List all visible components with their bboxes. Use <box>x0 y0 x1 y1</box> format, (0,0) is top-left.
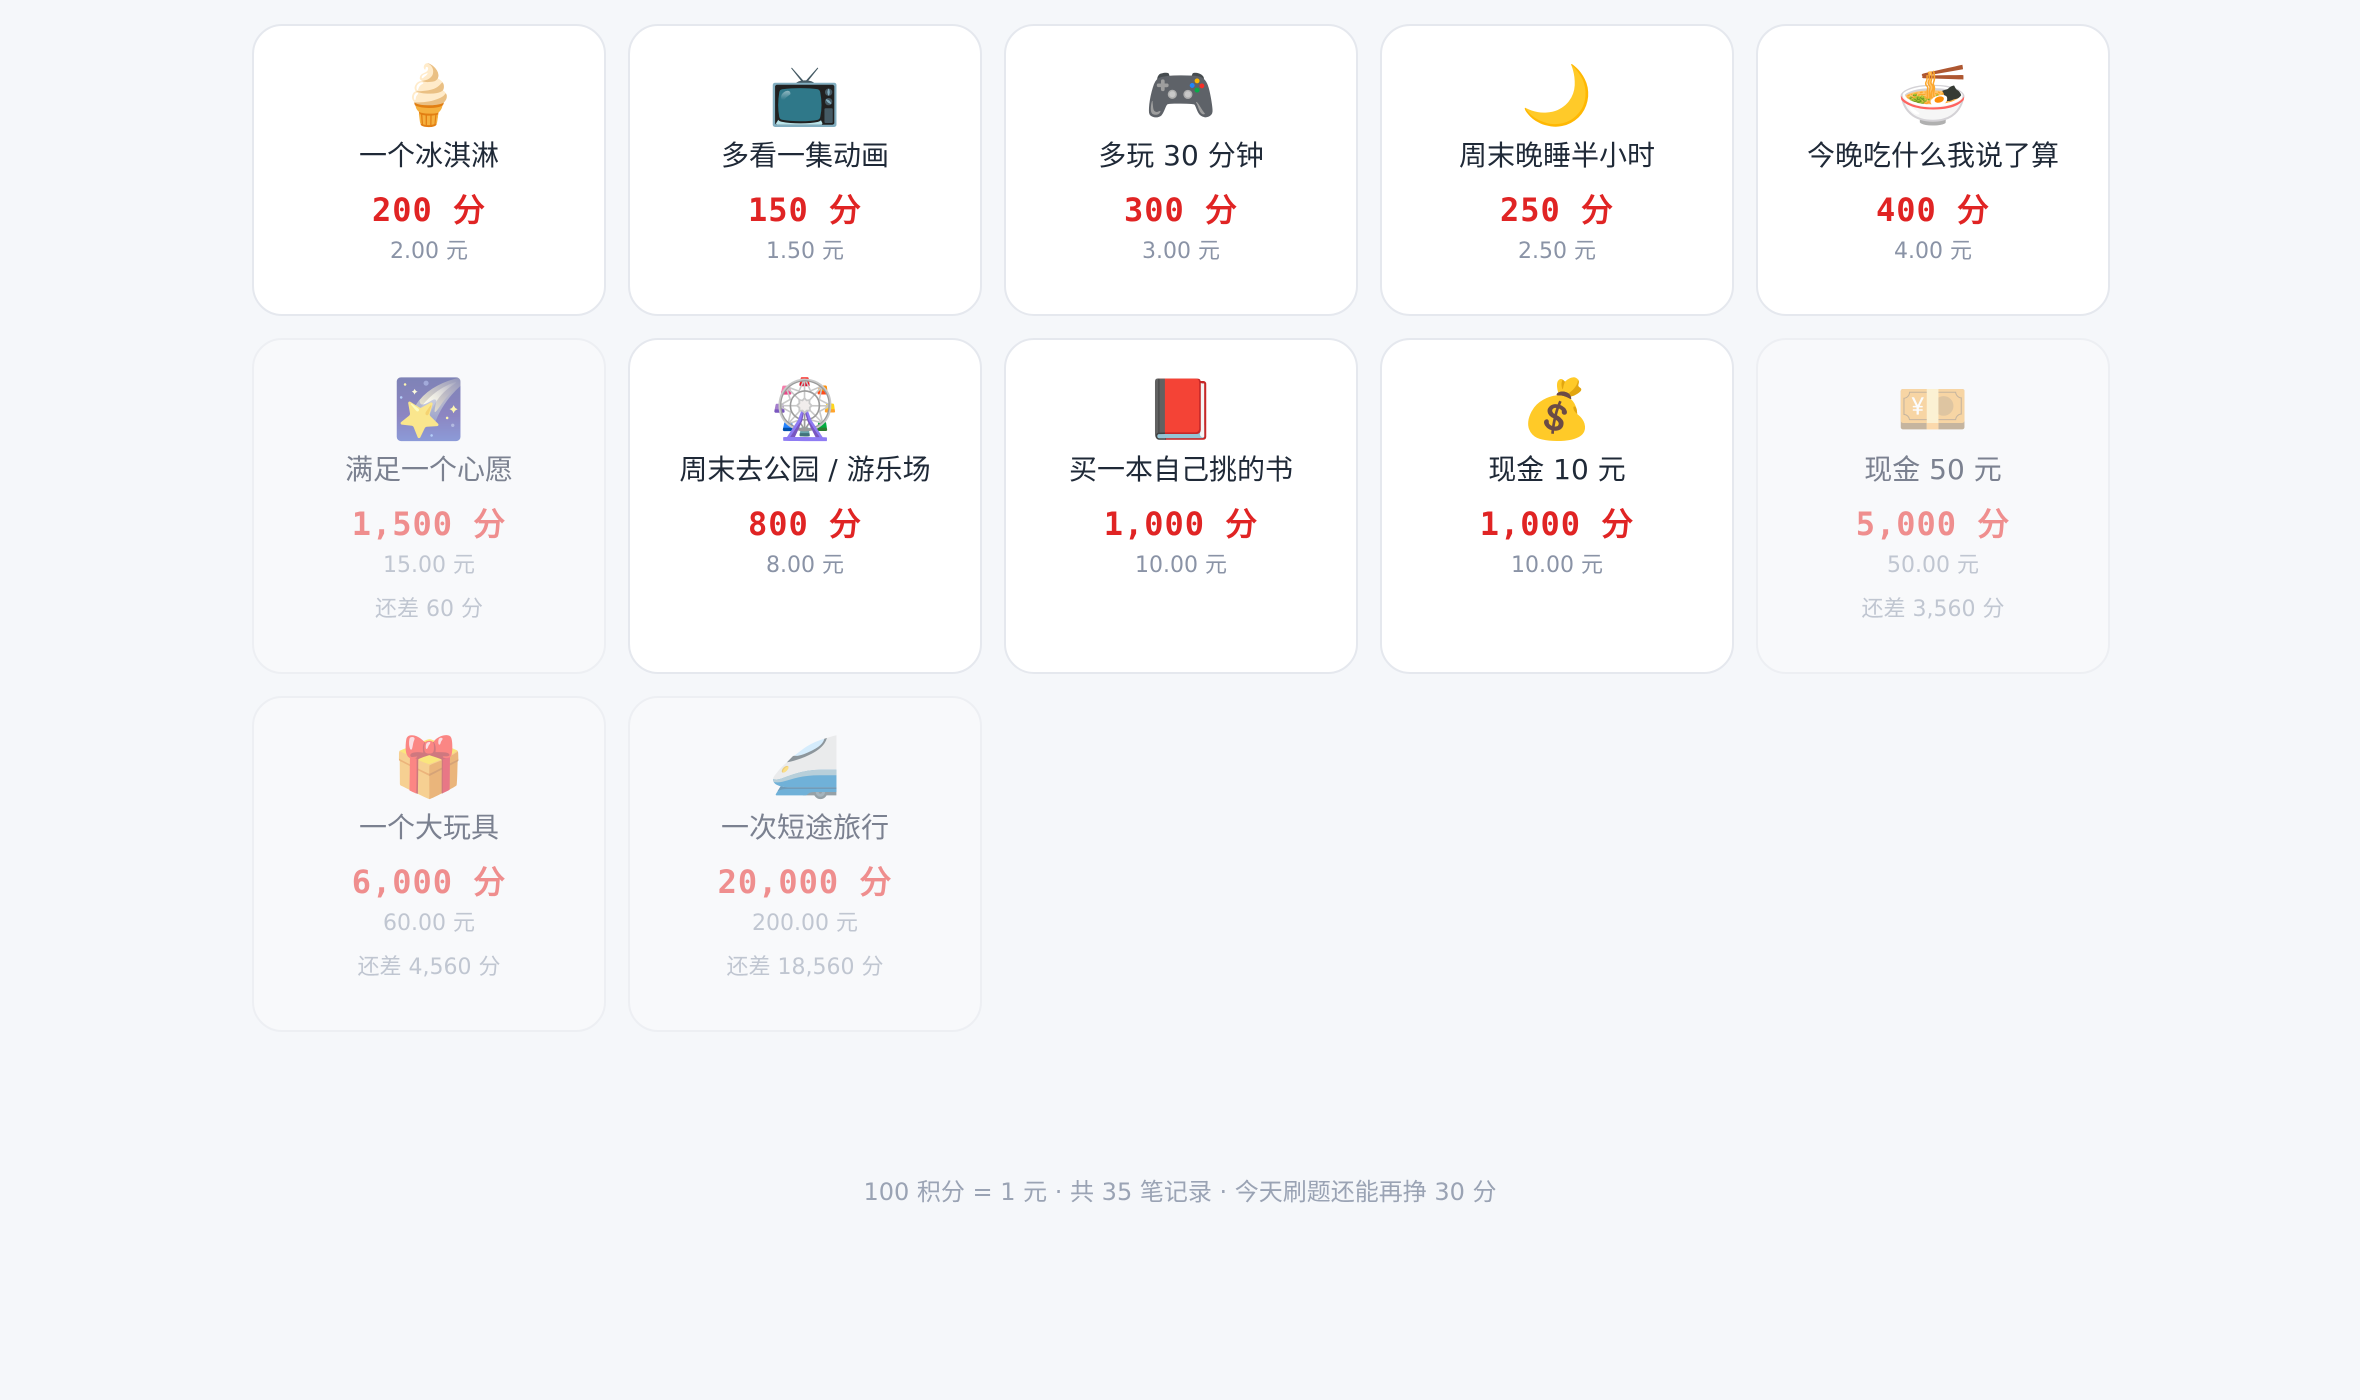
reward-name: 买一本自己挑的书 <box>1068 453 1293 486</box>
reward-card-play-30-min[interactable]: 🎮 多玩 30 分钟 300 分 3.00 元 <box>1004 24 1358 316</box>
reward-points: 200 分 <box>371 191 487 229</box>
reward-points: 800 分 <box>747 505 863 543</box>
reward-yuan: 60.00 元 <box>383 911 475 936</box>
points-needed: 还差 3,560 分 <box>1861 597 2005 622</box>
reward-yuan: 3.00 元 <box>1142 239 1220 264</box>
game-controller-icon: 🎮 <box>1144 61 1218 129</box>
points-needed: 还差 4,560 分 <box>357 955 501 980</box>
soft-ice-cream-icon: 🍦 <box>392 61 466 129</box>
reward-card-park-trip[interactable]: 🎡 周末去公园 / 游乐场 800 分 8.00 元 <box>628 338 982 674</box>
ferris-wheel-icon: 🎡 <box>768 375 842 443</box>
noodle-bowl-icon: 🍜 <box>1896 61 1970 129</box>
reward-yuan: 2.50 元 <box>1518 239 1596 264</box>
reward-yuan: 10.00 元 <box>1135 553 1227 578</box>
reward-yuan: 200.00 元 <box>752 911 858 936</box>
reward-points: 300 分 <box>1123 191 1239 229</box>
yen-banknote-icon: 💴 <box>1896 375 1970 443</box>
reward-yuan: 10.00 元 <box>1511 553 1603 578</box>
money-bag-icon: 💰 <box>1520 375 1594 443</box>
reward-points: 150 分 <box>747 191 863 229</box>
reward-name: 周末晚睡半小时 <box>1458 139 1655 172</box>
reward-card-big-toy[interactable]: 🎁 一个大玩具 6,000 分 60.00 元 还差 4,560 分 <box>252 696 606 1032</box>
television-icon: 📺 <box>768 61 842 129</box>
reward-card-short-trip[interactable]: 🚄 一次短途旅行 20,000 分 200.00 元 还差 18,560 分 <box>628 696 982 1032</box>
reward-card-anime-episode[interactable]: 📺 多看一集动画 150 分 1.50 元 <box>628 24 982 316</box>
reward-card-ice-cream[interactable]: 🍦 一个冰淇淋 200 分 2.00 元 <box>252 24 606 316</box>
reward-points: 6,000 分 <box>351 863 507 901</box>
bullet-train-icon: 🚄 <box>768 733 842 801</box>
reward-points: 1,500 分 <box>351 505 507 543</box>
reward-points: 1,000 分 <box>1103 505 1259 543</box>
reward-name: 现金 50 元 <box>1864 453 2002 486</box>
reward-name: 多看一集动画 <box>720 139 889 172</box>
reward-card-cash-50[interactable]: 💴 现金 50 元 5,000 分 50.00 元 还差 3,560 分 <box>1756 338 2110 674</box>
reward-card-choose-dinner[interactable]: 🍜 今晚吃什么我说了算 400 分 4.00 元 <box>1756 24 2110 316</box>
reward-yuan: 1.50 元 <box>766 239 844 264</box>
points-needed: 还差 60 分 <box>375 597 483 622</box>
reward-name: 周末去公园 / 游乐场 <box>679 453 931 486</box>
reward-name: 一个冰淇淋 <box>358 139 499 172</box>
reward-yuan: 2.00 元 <box>390 239 468 264</box>
reward-yuan: 4.00 元 <box>1894 239 1972 264</box>
red-book-icon: 📕 <box>1144 375 1218 443</box>
reward-yuan: 8.00 元 <box>766 553 844 578</box>
shooting-star-icon: 🌠 <box>392 375 466 443</box>
reward-points: 20,000 分 <box>717 863 893 901</box>
reward-card-stay-up-late[interactable]: 🌙 周末晚睡半小时 250 分 2.50 元 <box>1380 24 1734 316</box>
reward-grid: 🍦 一个冰淇淋 200 分 2.00 元 📺 多看一集动画 150 分 1.50… <box>252 24 2110 1032</box>
crescent-moon-icon: 🌙 <box>1520 61 1594 129</box>
points-summary-footer: 100 积分 = 1 元 · 共 35 笔记录 · 今天刷题还能再挣 30 分 <box>863 1178 1497 1206</box>
reward-yuan: 15.00 元 <box>383 553 475 578</box>
gift-icon: 🎁 <box>392 733 466 801</box>
reward-name: 一个大玩具 <box>358 811 499 844</box>
points-needed: 还差 18,560 分 <box>726 955 884 980</box>
reward-name: 现金 10 元 <box>1488 453 1626 486</box>
reward-name: 满足一个心愿 <box>344 453 513 486</box>
reward-points: 5,000 分 <box>1855 505 2011 543</box>
reward-card-cash-10[interactable]: 💰 现金 10 元 1,000 分 10.00 元 <box>1380 338 1734 674</box>
reward-name: 多玩 30 分钟 <box>1098 139 1264 172</box>
reward-points: 1,000 分 <box>1479 505 1635 543</box>
reward-card-wish[interactable]: 🌠 满足一个心愿 1,500 分 15.00 元 还差 60 分 <box>252 338 606 674</box>
reward-name: 一次短途旅行 <box>720 811 889 844</box>
reward-card-book[interactable]: 📕 买一本自己挑的书 1,000 分 10.00 元 <box>1004 338 1358 674</box>
reward-name: 今晚吃什么我说了算 <box>1806 139 2059 172</box>
reward-yuan: 50.00 元 <box>1887 553 1979 578</box>
reward-points: 250 分 <box>1499 191 1615 229</box>
reward-points: 400 分 <box>1875 191 1991 229</box>
